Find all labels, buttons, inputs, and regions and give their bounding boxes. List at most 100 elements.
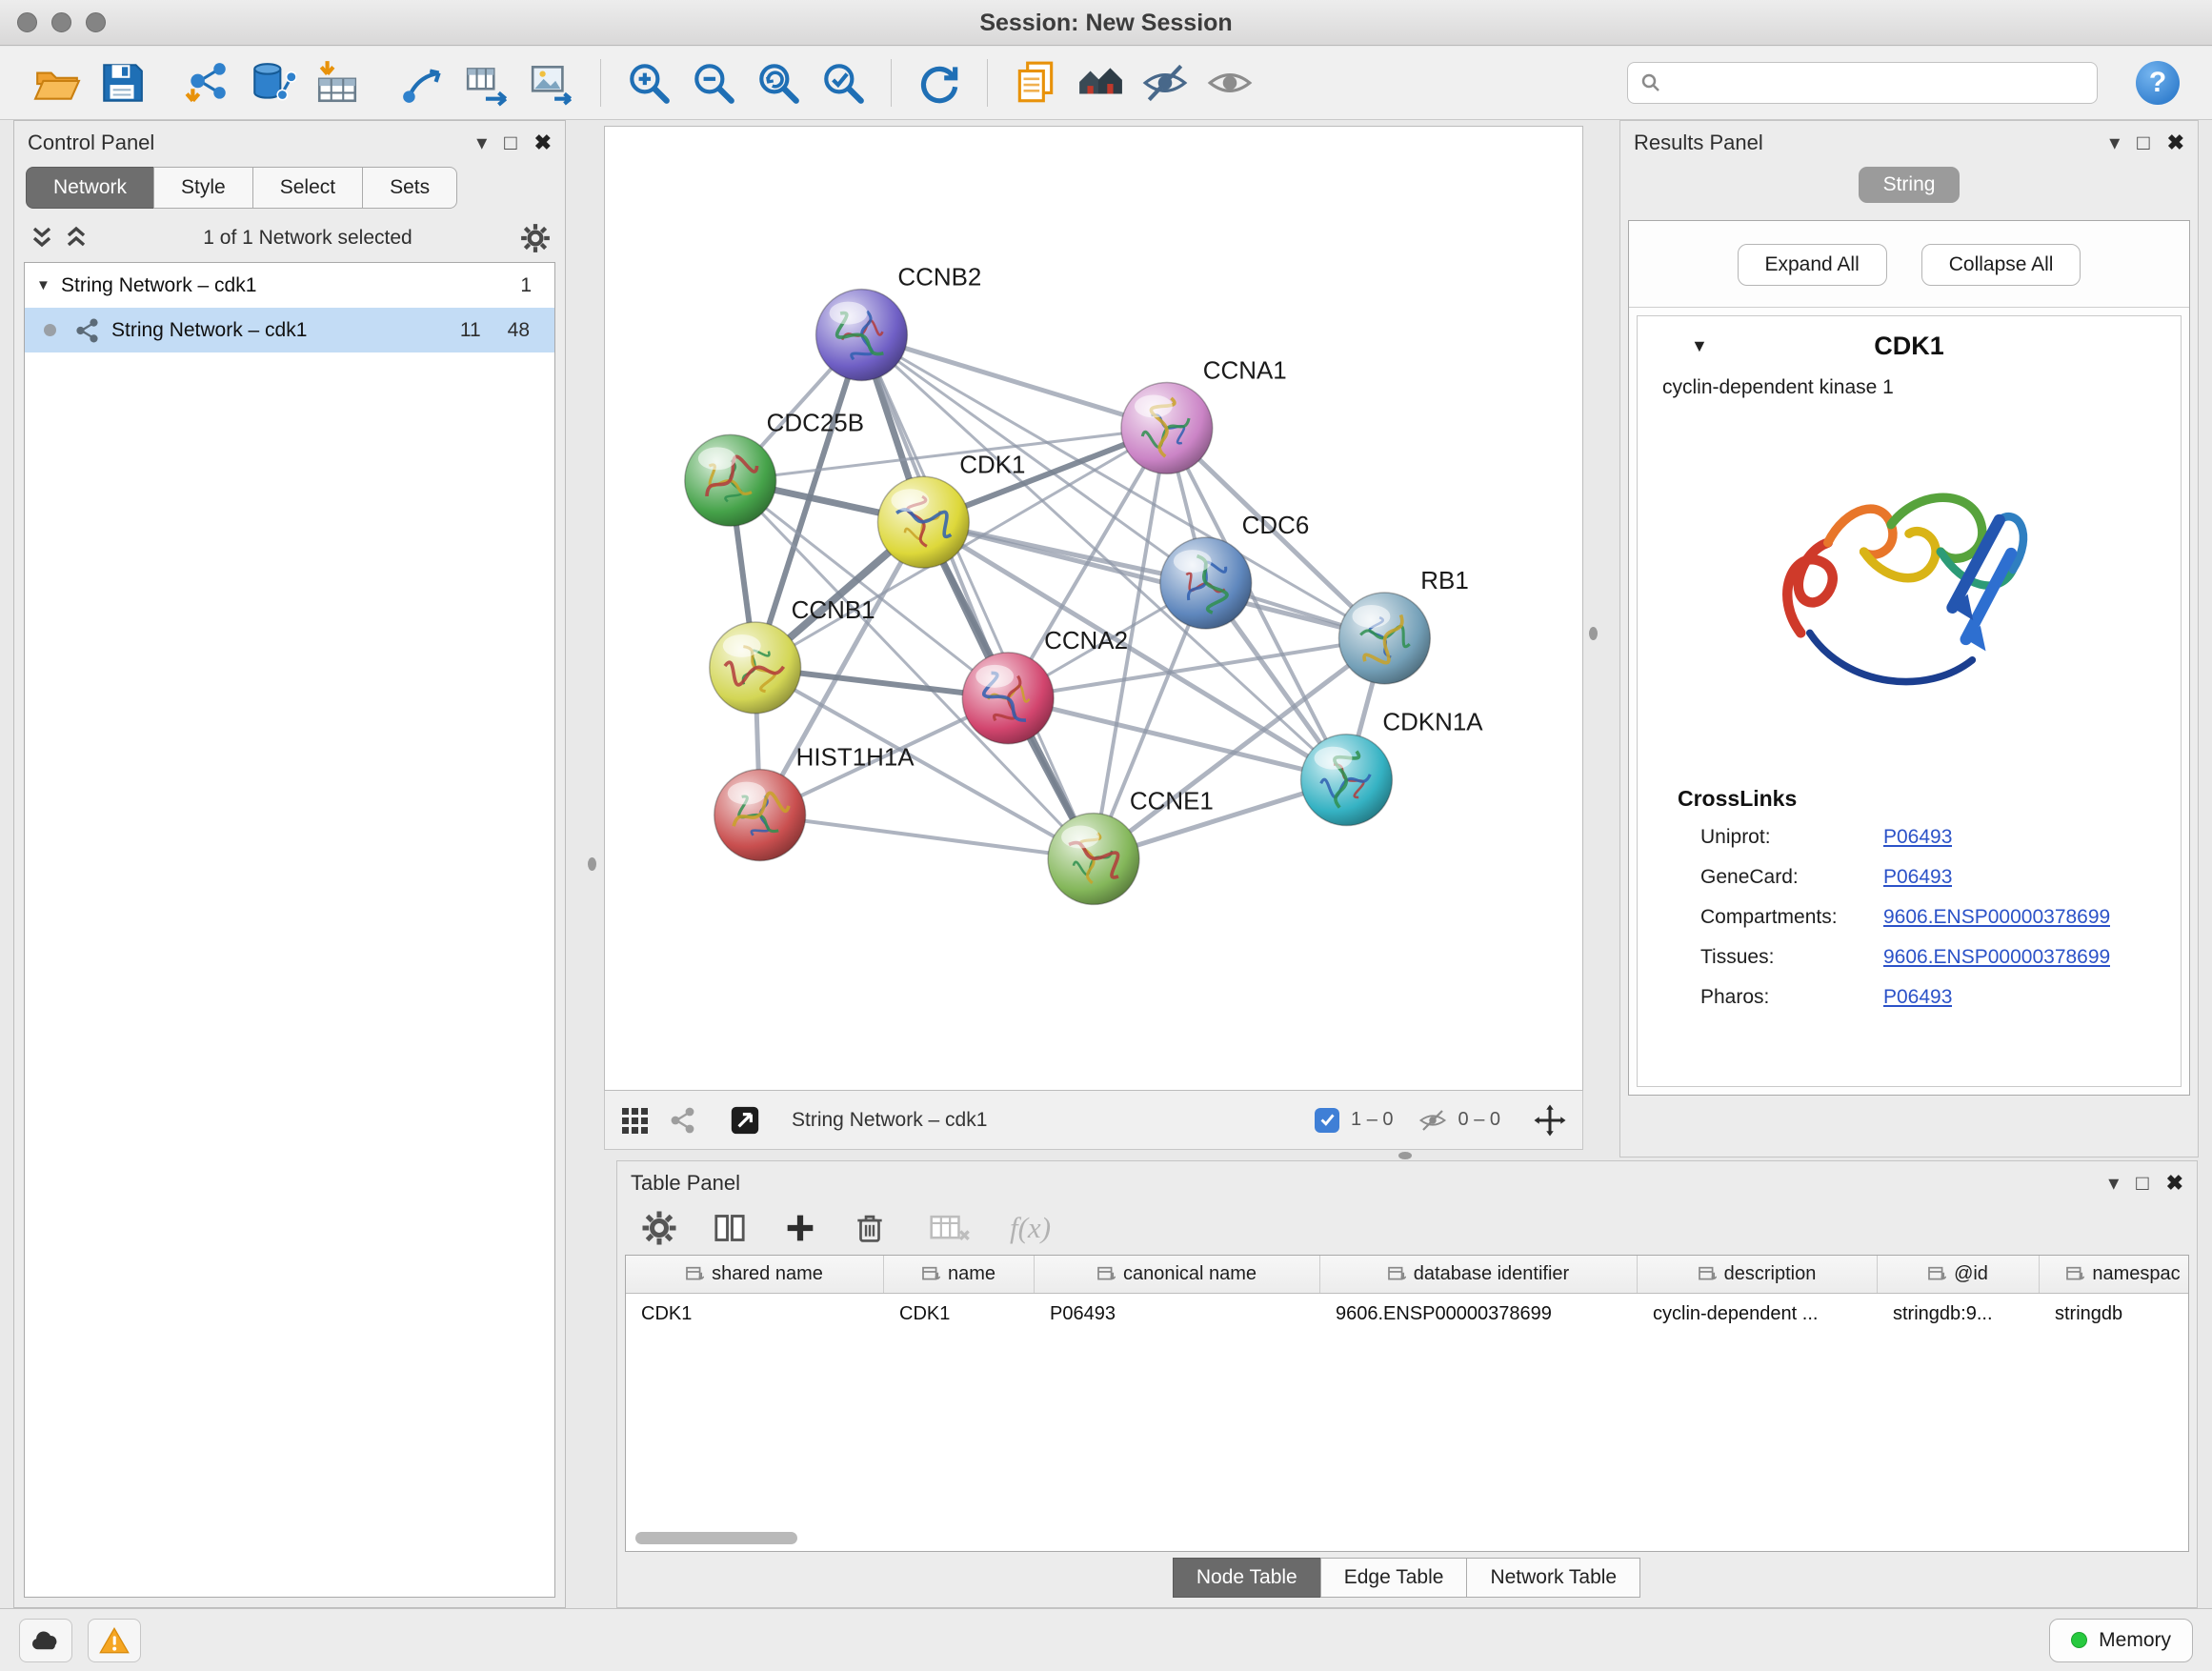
column-header-name[interactable]: name bbox=[884, 1256, 1035, 1293]
network-graph[interactable]: CCNB2CCNA1CDC25BCDK1CDC6RB1CCNB1CCNA2CDK… bbox=[605, 127, 1582, 1090]
new-network-table-button[interactable] bbox=[460, 54, 515, 111]
node-CCNE1[interactable]: CCNE1 bbox=[1048, 789, 1214, 905]
expand-all-networks-button[interactable] bbox=[62, 226, 90, 251]
zoom-selected-button[interactable] bbox=[815, 54, 871, 111]
panel-maximize-icon[interactable]: □ bbox=[504, 132, 516, 153]
memory-button[interactable]: Memory bbox=[2049, 1619, 2193, 1662]
column-header-database-identifier[interactable]: database identifier bbox=[1320, 1256, 1638, 1293]
duplicate-document-button[interactable] bbox=[1008, 54, 1063, 111]
node-RB1[interactable]: RB1 bbox=[1338, 568, 1468, 684]
hide-selected-button[interactable] bbox=[1137, 54, 1193, 111]
column-header-shared-name[interactable]: shared name bbox=[626, 1256, 884, 1293]
scrollbar-thumb[interactable] bbox=[635, 1532, 797, 1544]
cell-name[interactable]: CDK1 bbox=[884, 1294, 1035, 1334]
panel-close-icon[interactable]: ✖ bbox=[2167, 132, 2184, 153]
edge-CDK1-RB1[interactable] bbox=[923, 522, 1384, 638]
node-CCNA1[interactable]: CCNA1 bbox=[1121, 357, 1287, 473]
column-type-icon bbox=[686, 1266, 704, 1282]
search-input[interactable] bbox=[1672, 70, 2085, 95]
network-canvas[interactable]: CCNB2CCNA1CDC25BCDK1CDC6RB1CCNB1CCNA2CDK… bbox=[604, 126, 1583, 1091]
panel-close-icon[interactable]: ✖ bbox=[534, 132, 552, 153]
table-options-button[interactable] bbox=[640, 1209, 678, 1247]
cell-canonical-name[interactable]: P06493 bbox=[1035, 1294, 1320, 1334]
clear-table-button[interactable] bbox=[930, 1211, 972, 1245]
export-image-button[interactable] bbox=[525, 54, 580, 111]
selected-nodes-checkbox[interactable] bbox=[1315, 1108, 1339, 1133]
expand-all-button[interactable]: Expand All bbox=[1738, 244, 1887, 286]
panel-close-icon[interactable]: ✖ bbox=[2166, 1173, 2183, 1194]
show-all-button[interactable] bbox=[1202, 54, 1257, 111]
tab-edge-table[interactable]: Edge Table bbox=[1320, 1558, 1468, 1598]
delete-column-button[interactable] bbox=[852, 1209, 888, 1247]
network-row[interactable]: String Network – cdk1 11 48 bbox=[25, 308, 554, 352]
navigator-toggle-button[interactable] bbox=[729, 1104, 761, 1137]
panel-menu-icon[interactable]: ▾ bbox=[2108, 1173, 2119, 1194]
import-network-file-button[interactable] bbox=[180, 54, 235, 111]
import-network-database-button[interactable] bbox=[245, 54, 300, 111]
zoom-in-button[interactable] bbox=[621, 54, 676, 111]
open-session-button[interactable] bbox=[30, 54, 85, 111]
network-list-button[interactable] bbox=[668, 1106, 696, 1135]
panel-maximize-icon[interactable]: □ bbox=[2136, 1173, 2148, 1194]
crosslink-tissues-link[interactable]: 9606.ENSP00000378699 bbox=[1883, 946, 2110, 969]
string-tab-badge[interactable]: String bbox=[1859, 167, 1961, 203]
edge-CCNB2-CCNA1[interactable] bbox=[861, 335, 1166, 429]
collapse-all-button[interactable]: Collapse All bbox=[1921, 244, 2081, 286]
cell-id[interactable]: stringdb:9... bbox=[1878, 1294, 2040, 1334]
zoom-out-button[interactable] bbox=[686, 54, 741, 111]
vertical-splitter-handle-right[interactable] bbox=[1589, 627, 1598, 640]
help-button[interactable]: ? bbox=[2136, 61, 2180, 105]
table-horizontal-scrollbar[interactable] bbox=[632, 1530, 2182, 1547]
pan-mode-button[interactable] bbox=[1533, 1103, 1567, 1137]
node-HIST1H1A[interactable]: HIST1H1A bbox=[714, 745, 915, 861]
show-columns-button[interactable] bbox=[711, 1209, 749, 1247]
column-header-namespace[interactable]: namespac bbox=[2040, 1256, 2189, 1293]
node-CDK1[interactable]: CDK1 bbox=[877, 452, 1025, 568]
column-header-description[interactable]: description bbox=[1638, 1256, 1878, 1293]
column-header-id[interactable]: @id bbox=[1878, 1256, 2040, 1293]
save-session-button[interactable] bbox=[94, 54, 150, 111]
tree-expand-icon[interactable]: ▼ bbox=[36, 277, 61, 293]
function-builder-button[interactable]: f(x) bbox=[1010, 1211, 1051, 1245]
tab-network-table[interactable]: Network Table bbox=[1466, 1558, 1640, 1598]
network-collection-row[interactable]: ▼ String Network – cdk1 1 bbox=[25, 263, 554, 308]
grid-view-button[interactable] bbox=[620, 1106, 649, 1135]
section-expand-icon[interactable]: ▼ bbox=[1691, 336, 1708, 356]
cell-namespace[interactable]: stringdb bbox=[2040, 1294, 2189, 1334]
node-CDKN1A[interactable]: CDKN1A bbox=[1301, 710, 1484, 826]
add-column-button[interactable] bbox=[781, 1209, 819, 1247]
cell-shared-name[interactable]: CDK1 bbox=[626, 1294, 884, 1334]
crosslink-uniprot-link[interactable]: P06493 bbox=[1883, 826, 1952, 849]
panel-menu-icon[interactable]: ▾ bbox=[2109, 132, 2120, 153]
crosslink-pharos-link[interactable]: P06493 bbox=[1883, 986, 1952, 1009]
cell-database-identifier[interactable]: 9606.ENSP00000378699 bbox=[1320, 1294, 1638, 1334]
zoom-fit-button[interactable] bbox=[751, 54, 806, 111]
tab-sets[interactable]: Sets bbox=[362, 167, 457, 209]
panel-menu-icon[interactable]: ▾ bbox=[476, 132, 487, 153]
import-table-button[interactable] bbox=[310, 54, 365, 111]
panel-maximize-icon[interactable]: □ bbox=[2137, 132, 2149, 153]
gene-section-header[interactable]: ▼ CDK1 bbox=[1638, 316, 2181, 371]
cell-description[interactable]: cyclin-dependent ... bbox=[1638, 1294, 1878, 1334]
tab-node-table[interactable]: Node Table bbox=[1173, 1558, 1321, 1598]
tab-network[interactable]: Network bbox=[26, 167, 154, 209]
houses-icon bbox=[1076, 59, 1124, 107]
tab-select[interactable]: Select bbox=[252, 167, 363, 209]
first-neighbors-button[interactable] bbox=[395, 54, 451, 111]
column-header-canonical-name[interactable]: canonical name bbox=[1035, 1256, 1320, 1293]
vertical-splitter-handle[interactable] bbox=[588, 857, 596, 871]
edge-CCNB2-CCNE1[interactable] bbox=[861, 335, 1094, 859]
collapse-all-networks-button[interactable] bbox=[28, 226, 56, 251]
cloud-status-button[interactable] bbox=[19, 1619, 72, 1662]
network-options-button[interactable] bbox=[519, 222, 552, 254]
crosslink-genecard-link[interactable]: P06493 bbox=[1883, 866, 1952, 889]
cybrowser-button[interactable] bbox=[1073, 54, 1128, 111]
table-row[interactable]: CDK1 CDK1 P06493 9606.ENSP00000378699 cy… bbox=[626, 1294, 2188, 1334]
horizontal-splitter-handle[interactable] bbox=[1398, 1152, 1412, 1159]
apply-layout-button[interactable] bbox=[912, 54, 967, 111]
tab-style[interactable]: Style bbox=[153, 167, 253, 209]
network-row-label: String Network – cdk1 bbox=[111, 319, 307, 342]
edge-HIST1H1A-CCNE1[interactable] bbox=[760, 815, 1094, 859]
crosslink-compartments-link[interactable]: 9606.ENSP00000378699 bbox=[1883, 906, 2110, 929]
warnings-button[interactable] bbox=[88, 1619, 141, 1662]
